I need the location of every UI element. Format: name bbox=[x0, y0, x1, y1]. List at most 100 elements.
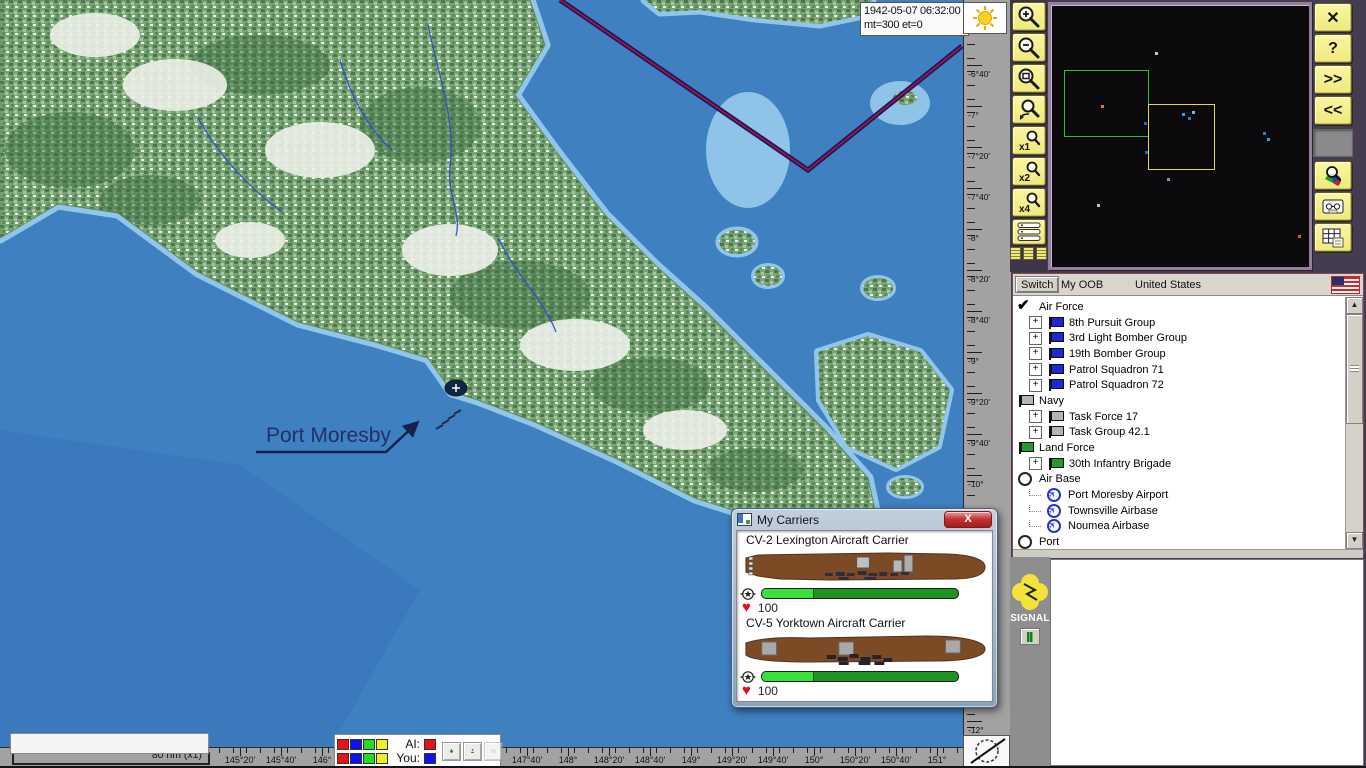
weather-box bbox=[963, 2, 1007, 34]
readiness-fill bbox=[762, 589, 814, 598]
message-panel[interactable] bbox=[1050, 559, 1364, 766]
legend-you-color bbox=[424, 753, 436, 764]
empty-button-slot bbox=[1313, 129, 1353, 157]
oob-tree-item[interactable]: Task Force 17 bbox=[1013, 409, 1346, 425]
search-map-button[interactable] bbox=[1314, 161, 1352, 190]
oob-tree-item[interactable]: 8th Pursuit Group bbox=[1013, 315, 1346, 331]
tree-connector bbox=[1029, 505, 1041, 512]
window-icon bbox=[737, 513, 752, 526]
oob-tree-item[interactable]: Navy bbox=[1013, 393, 1346, 409]
carriers-titlebar[interactable]: My Carriers X bbox=[732, 509, 997, 530]
oob-scrollbar[interactable] bbox=[1345, 297, 1363, 549]
expand-icon[interactable] bbox=[1029, 347, 1042, 360]
messages-button[interactable] bbox=[484, 742, 503, 761]
zoom-x1-button[interactable]: x1 bbox=[1012, 126, 1046, 155]
oob-item-label: Noumea Airbase bbox=[1068, 520, 1149, 532]
oob-item-label: 8th Pursuit Group bbox=[1069, 317, 1155, 329]
oob-tree-item[interactable]: 3rd Light Bomber Group bbox=[1013, 330, 1346, 346]
zoom-in-button[interactable] bbox=[1012, 2, 1046, 31]
flag-blue-icon bbox=[1047, 363, 1064, 377]
unit-list-button[interactable] bbox=[1012, 219, 1046, 245]
longitude-label: 148° bbox=[559, 755, 578, 765]
help-button[interactable]: ? bbox=[1314, 34, 1352, 63]
longitude-label: 145°20' bbox=[225, 755, 255, 765]
next-button[interactable]: >> bbox=[1314, 65, 1352, 94]
oob-item-label: Air Base bbox=[1039, 473, 1081, 485]
oob-tree-item[interactable]: 19th Bomber Group bbox=[1013, 346, 1346, 362]
oob-tree-item[interactable]: Task Group 42.1 bbox=[1013, 425, 1346, 441]
palette-swatch bbox=[363, 753, 375, 764]
oob-tree-item[interactable]: Port bbox=[1013, 534, 1346, 549]
minimap-contact-dot bbox=[1144, 122, 1147, 125]
signal-indicator-button[interactable] bbox=[1020, 628, 1040, 645]
minimap-contact-dot bbox=[1101, 105, 1104, 108]
expand-icon[interactable] bbox=[1029, 363, 1042, 376]
oob-tree-item[interactable]: Noumea Airbase bbox=[1013, 519, 1346, 535]
oob-tree-item[interactable]: Land Force bbox=[1013, 440, 1346, 456]
longitude-label: 149°40' bbox=[758, 755, 788, 765]
legend-row-ai: AI: bbox=[337, 738, 436, 750]
previous-button[interactable]: << bbox=[1314, 96, 1352, 125]
side-legend: AI: You: bbox=[334, 734, 501, 768]
mini-button[interactable] bbox=[1036, 247, 1047, 260]
signal-indicator-icon bbox=[1027, 632, 1033, 642]
scroll-thumb[interactable] bbox=[1346, 314, 1363, 424]
tree-connector bbox=[1029, 520, 1041, 527]
readiness-fill bbox=[762, 672, 814, 681]
cassette-button[interactable] bbox=[1314, 192, 1352, 221]
latitude-label: -12° bbox=[968, 725, 984, 735]
zoom-in-icon bbox=[1017, 5, 1041, 29]
mini-button[interactable] bbox=[1023, 247, 1034, 260]
oob-item-label: Task Group 42.1 bbox=[1069, 426, 1150, 438]
ground-units-button[interactable] bbox=[463, 742, 482, 761]
minimap-contact-dot bbox=[1298, 235, 1301, 238]
legend-ai-color bbox=[424, 739, 436, 750]
scroll-down-button[interactable] bbox=[1346, 532, 1363, 549]
air-units-button[interactable] bbox=[442, 742, 461, 761]
legend-ai-label: AI: bbox=[390, 737, 420, 751]
zoom-window-button[interactable] bbox=[1012, 64, 1046, 93]
expand-icon[interactable] bbox=[1029, 316, 1042, 329]
close-button[interactable]: X bbox=[944, 511, 992, 528]
list-icon bbox=[1016, 221, 1042, 243]
latitude-label: -9°40' bbox=[968, 438, 990, 448]
mini-button[interactable] bbox=[1010, 247, 1021, 260]
carrier-health-value: 100 bbox=[758, 684, 778, 698]
oob-country: United States bbox=[1135, 279, 1201, 291]
health-icon bbox=[742, 601, 751, 615]
data-grid-button[interactable] bbox=[1314, 223, 1352, 252]
oob-tree-item[interactable]: Patrol Squadron 71 bbox=[1013, 362, 1346, 378]
expand-icon[interactable] bbox=[1029, 457, 1042, 470]
oob-tree-item[interactable]: Air Force bbox=[1013, 299, 1346, 315]
expand-icon[interactable] bbox=[1029, 426, 1042, 439]
zoom-x4-button[interactable]: x4 bbox=[1012, 188, 1046, 217]
my-carriers-window[interactable]: My Carriers X CV-2 Lexington Aircraft Ca… bbox=[731, 508, 998, 708]
close-panel-button[interactable]: ✕ bbox=[1314, 3, 1352, 32]
minimap-view-rect[interactable] bbox=[1064, 70, 1149, 137]
minimap-canvas[interactable] bbox=[1051, 5, 1309, 267]
svg-text:x2: x2 bbox=[1019, 173, 1031, 184]
zoom-x2-button[interactable]: x2 bbox=[1012, 157, 1046, 186]
oob-tree-item[interactable]: Port Moresby Airport bbox=[1013, 487, 1346, 503]
expand-icon[interactable] bbox=[1029, 332, 1042, 345]
oob-tree-item[interactable]: Patrol Squadron 72 bbox=[1013, 377, 1346, 393]
oob-tree-item[interactable]: 30th Infantry Brigade bbox=[1013, 456, 1346, 472]
zoom-out-button[interactable] bbox=[1012, 33, 1046, 62]
compass-box[interactable] bbox=[963, 735, 1010, 767]
expand-icon[interactable] bbox=[1029, 379, 1042, 392]
readiness-row bbox=[740, 587, 989, 600]
carrier-entry[interactable]: CV-5 Yorktown Aircraft Carrier bbox=[740, 615, 989, 698]
minimap[interactable] bbox=[1048, 2, 1312, 270]
oob-tree-item[interactable]: Air Base bbox=[1013, 472, 1346, 488]
expand-icon[interactable] bbox=[1029, 410, 1042, 423]
airbase-icon bbox=[1046, 504, 1063, 518]
us-flag-icon bbox=[1331, 276, 1360, 294]
map-label-port-moresby: Port Moresby bbox=[266, 424, 391, 447]
zoom-previous-button[interactable] bbox=[1012, 95, 1046, 124]
switch-button[interactable]: Switch bbox=[1015, 276, 1059, 293]
oob-item-label: 3rd Light Bomber Group bbox=[1069, 332, 1187, 344]
scroll-up-button[interactable] bbox=[1346, 297, 1363, 314]
zoom-x1-icon: x1 bbox=[1017, 129, 1041, 153]
carrier-entry[interactable]: CV-2 Lexington Aircraft Carrier bbox=[740, 532, 989, 615]
oob-tree-item[interactable]: Townsville Airbase bbox=[1013, 503, 1346, 519]
